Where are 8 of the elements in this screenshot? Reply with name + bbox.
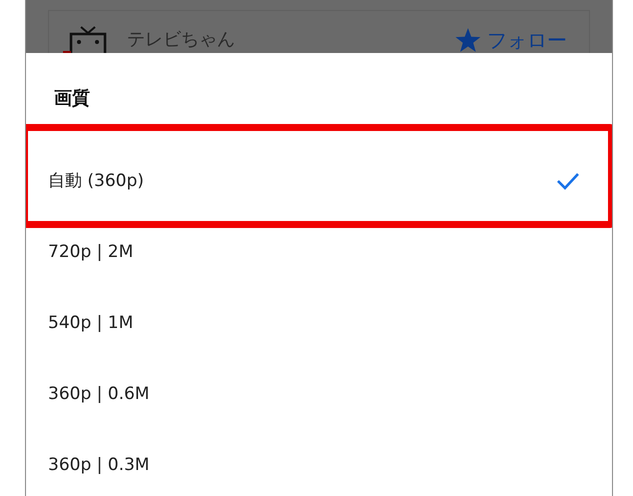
quality-option[interactable]: 自動 (360p) [26, 145, 612, 216]
quality-option[interactable]: 360p | 0.3M [26, 429, 612, 496]
quality-option[interactable]: 540p | 1M [26, 287, 612, 358]
channel-name: テレビちゃん [127, 29, 235, 51]
star-icon [455, 27, 481, 53]
quality-option[interactable]: 360p | 0.6M [26, 358, 612, 429]
sheet-title: 画質 [53, 87, 91, 111]
quality-option[interactable]: 720p | 2M [26, 216, 612, 287]
